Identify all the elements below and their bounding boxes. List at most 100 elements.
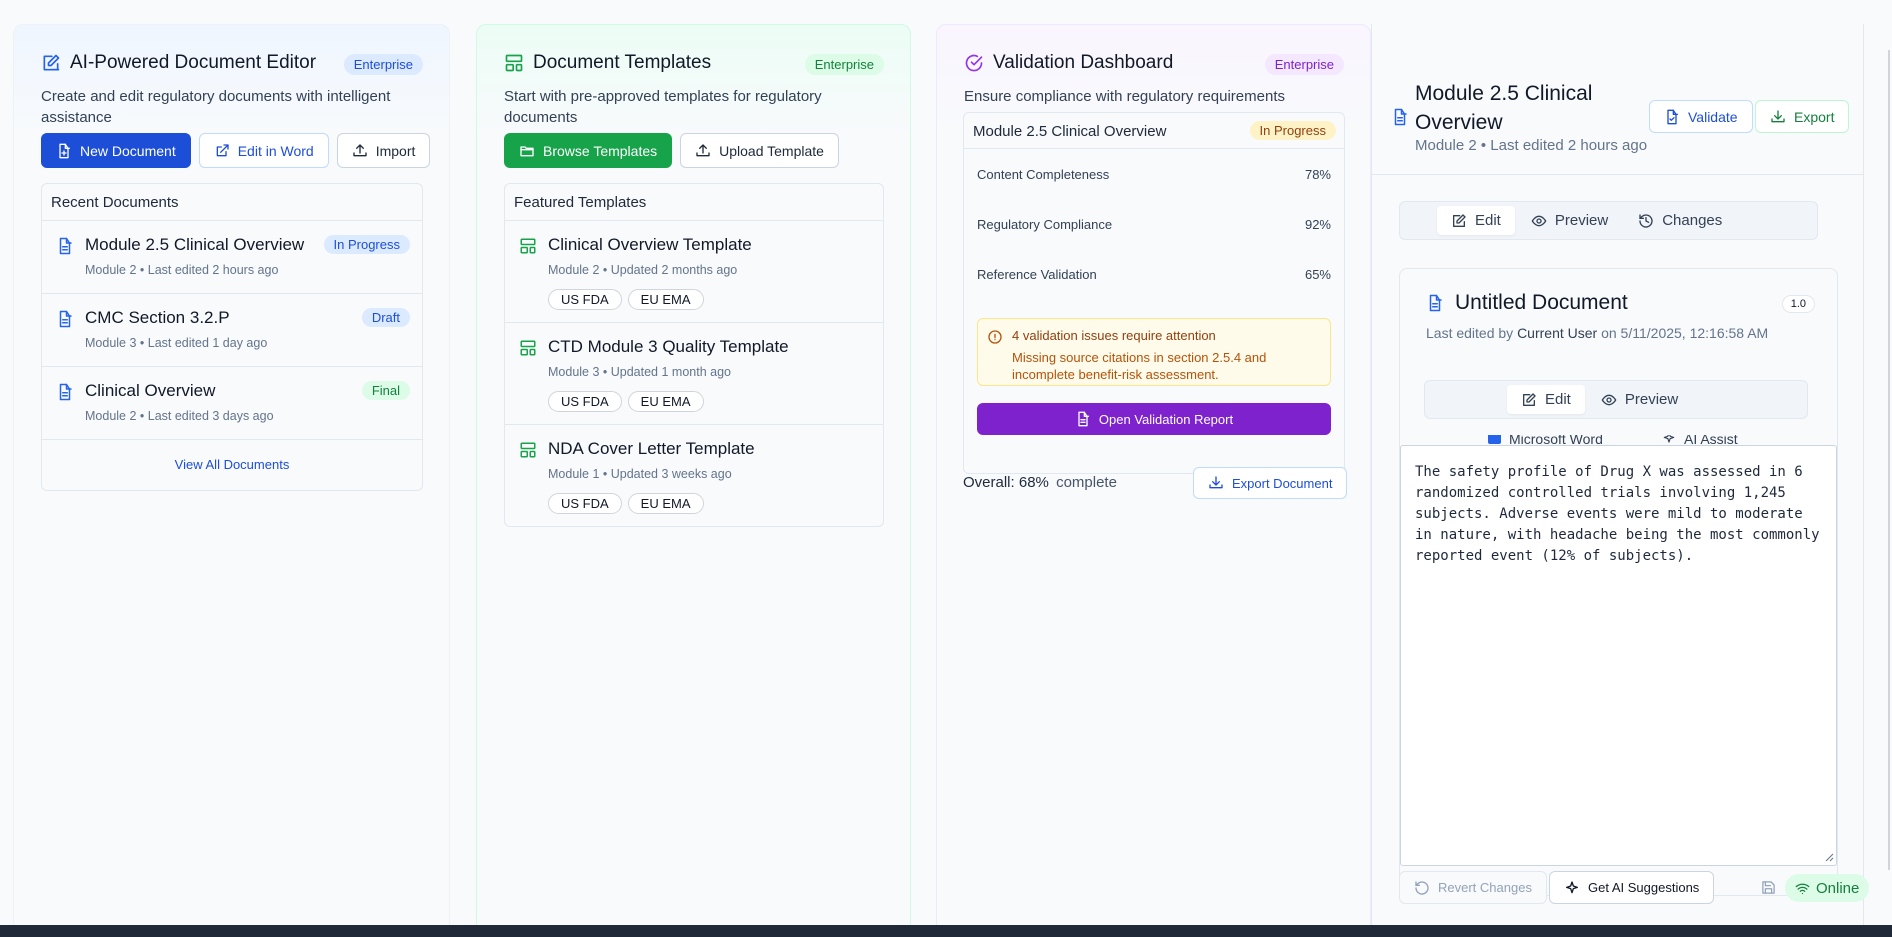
scrollbar[interactable] — [1888, 50, 1890, 870]
template-title: Clinical Overview Template — [548, 235, 752, 254]
eye-icon — [1531, 215, 1547, 226]
tab-changes[interactable]: Changes — [1624, 206, 1736, 235]
inner-document-title: Untitled Document — [1455, 291, 1628, 314]
download-icon — [1771, 109, 1785, 122]
editor-header: AI-Powered Document Editor Enterprise Cr… — [41, 52, 423, 126]
layout-template-icon — [520, 238, 536, 254]
tab-preview[interactable]: Preview — [1517, 206, 1622, 235]
last-edited-info: Last edited by Current User on 5/11/2025… — [1426, 325, 1768, 341]
edit-icon — [43, 54, 60, 71]
metric-row: Regulatory Compliance 92% — [977, 217, 1331, 232]
template-row[interactable]: CTD Module 3 Quality Template Module 3 •… — [505, 323, 883, 425]
tab-preview-label: Preview — [1624, 391, 1679, 408]
metric-label: Regulatory Compliance — [977, 217, 1113, 232]
export-document-label: Export Document — [1232, 475, 1333, 491]
layout-template-icon — [520, 340, 536, 356]
file-plus-icon — [59, 143, 70, 158]
templates-header: Document Templates Enterprise Start with… — [504, 52, 884, 126]
export-document-button[interactable]: Export Document — [1193, 467, 1348, 499]
template-title: CTD Module 3 Quality Template — [548, 337, 789, 356]
recent-doc-row[interactable]: Module 2.5 Clinical Overview Module 2 • … — [42, 221, 422, 294]
eye-icon — [1601, 394, 1617, 405]
metric-label: Content Completeness — [977, 167, 1110, 182]
upload-template-button[interactable]: Upload Template — [680, 133, 839, 168]
revert-changes-button[interactable]: Revert Changes — [1399, 871, 1547, 904]
file-text-icon — [59, 237, 72, 255]
templates-title: Document Templates — [533, 52, 712, 73]
external-link-icon — [216, 143, 229, 156]
tab-preview-label: Preview — [1554, 212, 1609, 229]
featured-templates-card: Featured Templates Clinical Overview Tem… — [504, 183, 884, 527]
tab-microsoft-word[interactable]: Microsoft Word — [1488, 435, 1603, 445]
taskbar — [0, 925, 1892, 937]
resize-handle-icon[interactable] — [1824, 852, 1834, 862]
browse-templates-label: Browse Templates — [543, 142, 658, 159]
online-status-label: Online — [1816, 879, 1860, 897]
view-tabs: Edit Preview Changes — [1399, 201, 1818, 240]
file-text-icon — [59, 383, 72, 401]
status-badge: Final — [361, 381, 410, 400]
tab-ai-assist[interactable]: AI Assist — [1662, 435, 1738, 445]
get-ai-suggestions-button[interactable]: Get AI Suggestions — [1549, 871, 1715, 904]
document-detail-panel: Module 2.5 Clinical Overview Module 2 • … — [1371, 24, 1870, 929]
tab-edit[interactable]: Edit — [1437, 206, 1515, 235]
tab-ai-assist-label: AI Assist — [1684, 435, 1738, 445]
word-icon — [1488, 435, 1501, 444]
download-icon — [1209, 476, 1223, 489]
upload-template-label: Upload Template — [719, 142, 824, 159]
template-row[interactable]: Clinical Overview Template Module 2 • Up… — [505, 221, 883, 323]
overall-suffix: complete — [1056, 474, 1117, 491]
overall-progress: Overall: 68% complete — [963, 474, 1117, 491]
new-document-label: New Document — [80, 142, 176, 159]
alert-body: Missing source citations in section 2.5.… — [1012, 350, 1267, 382]
view-all-documents-link[interactable]: View All Documents — [42, 440, 422, 472]
online-status-badge: Online — [1785, 874, 1870, 902]
edited-date: on 5/11/2025, 12:16:58 AM — [1601, 325, 1769, 341]
enterprise-badge: Enterprise — [804, 54, 884, 75]
tab-preview[interactable]: Preview — [1587, 385, 1692, 414]
open-validation-report-button[interactable]: Open Validation Report — [977, 403, 1331, 435]
revert-changes-label: Revert Changes — [1438, 880, 1532, 895]
browse-templates-button[interactable]: Browse Templates — [504, 133, 673, 168]
export-button[interactable]: Export — [1755, 100, 1850, 133]
metric-row: Reference Validation 65% — [977, 267, 1331, 282]
file-text-icon — [1394, 108, 1407, 126]
layout-template-icon — [520, 442, 536, 458]
recent-doc-title: Module 2.5 Clinical Overview — [85, 235, 305, 254]
template-subtitle: Module 1 • Updated 3 weeks ago — [548, 467, 732, 481]
export-label: Export — [1794, 108, 1835, 125]
status-badge: In Progress — [1249, 121, 1336, 140]
history-icon — [1639, 213, 1653, 228]
validation-header: Validation Dashboard Enterprise Ensure c… — [964, 52, 1344, 105]
validation-title: Validation Dashboard — [993, 52, 1174, 73]
tab-microsoft-word-label: Microsoft Word — [1509, 435, 1603, 445]
validate-button[interactable]: Validate — [1649, 100, 1753, 133]
recent-doc-row[interactable]: Clinical Overview Module 2 • Last edited… — [42, 367, 422, 440]
document-editor-panel: AI-Powered Document Editor Enterprise Cr… — [13, 24, 450, 937]
tab-edit[interactable]: Edit — [1507, 385, 1585, 414]
save-icon[interactable] — [1761, 880, 1776, 895]
enterprise-badge: Enterprise — [343, 54, 423, 75]
validation-description: Ensure compliance with regulatory requir… — [964, 88, 1285, 105]
get-ai-suggestions-label: Get AI Suggestions — [1588, 880, 1700, 895]
validation-alert: 4 validation issues require attention Mi… — [977, 318, 1331, 386]
validated-doc-title: Module 2.5 Clinical Overview — [973, 123, 1167, 140]
import-button[interactable]: Import — [336, 133, 431, 168]
recent-doc-subtitle: Module 2 • Last edited 3 days ago — [85, 409, 274, 423]
wifi-icon — [1795, 883, 1810, 894]
template-row[interactable]: NDA Cover Letter Template Module 1 • Upd… — [505, 425, 883, 527]
recent-documents-title: Recent Documents — [42, 184, 422, 221]
edit-in-word-button[interactable]: Edit in Word — [198, 133, 329, 168]
new-document-button[interactable]: New Document — [41, 133, 191, 168]
document-subtitle: Module 2 • Last edited 2 hours ago — [1415, 137, 1648, 154]
tab-edit-label: Edit — [1545, 391, 1571, 408]
template-subtitle: Module 3 • Updated 1 month ago — [548, 365, 731, 379]
status-badge: In Progress — [323, 235, 410, 254]
alert-circle-icon — [988, 330, 1002, 344]
enterprise-badge: Enterprise — [1264, 54, 1344, 75]
recent-doc-row[interactable]: CMC Section 3.2.P Module 3 • Last edited… — [42, 294, 422, 367]
editor-title: AI-Powered Document Editor — [70, 52, 317, 73]
region-tag: US FDA — [548, 289, 622, 310]
metric-value: 65% — [1304, 267, 1331, 282]
document-body-textarea[interactable]: The safety profile of Drug X was assesse… — [1400, 445, 1837, 866]
